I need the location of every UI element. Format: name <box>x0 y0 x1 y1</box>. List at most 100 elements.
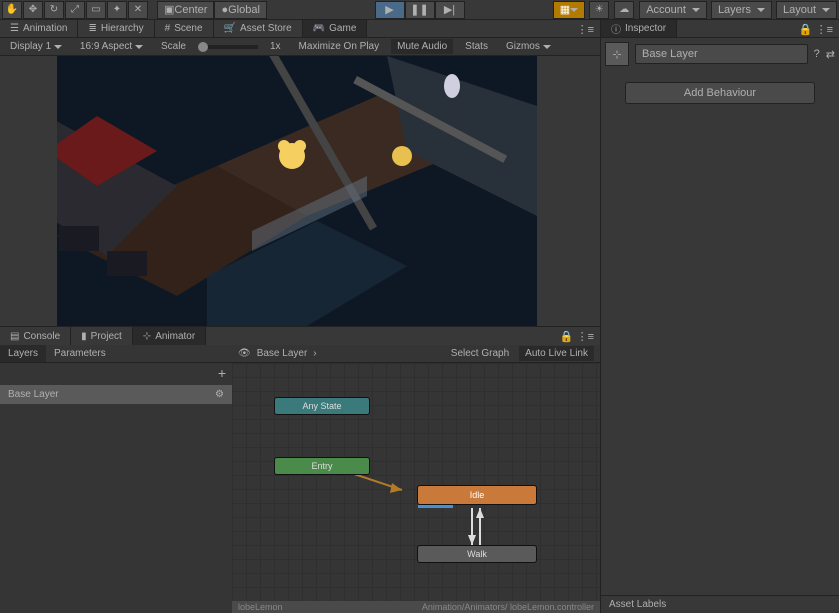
breadcrumb[interactable]: Base Layer <box>257 348 308 359</box>
tab-animator[interactable]: ⊹Animator <box>133 327 206 345</box>
chevron-down-icon <box>135 45 143 49</box>
graph-canvas[interactable]: Any State Entry Idle Walk <box>232 363 600 601</box>
left-panel: ☰Animation ≣Hierarchy #Scene 🛒Asset Stor… <box>0 20 600 613</box>
display-dropdown[interactable]: Display 1 <box>4 39 68 54</box>
animator-icon: ⊹ <box>143 331 151 342</box>
tab-lock-icon[interactable]: 🔒 ⋮≡ <box>554 327 600 345</box>
folder-icon: ▮ <box>81 331 87 342</box>
transform-tools: ✋ ✥ ↻ ⤢ ▭ ✦ ✕ <box>2 1 149 19</box>
collab-icon: ▦ <box>560 3 570 16</box>
game-icon: 🎮 <box>313 23 325 34</box>
maximize-toggle[interactable]: Maximize On Play <box>293 39 386 54</box>
inspector-tabs: ⓘInspector 🔒 ⋮≡ <box>601 20 839 38</box>
graph-footer: lobeLemon Animation/Animators/ lobeLemon… <box>232 601 600 613</box>
game-render <box>57 56 537 326</box>
state-entry[interactable]: Entry <box>274 457 370 475</box>
move-tool-icon[interactable]: ✥ <box>23 1 43 19</box>
scale-slider[interactable] <box>198 45 258 49</box>
right-toolbar: ▦ ☀ ☁ Account Layers Layout <box>553 1 837 19</box>
info-icon: ⓘ <box>611 21 621 36</box>
bottom-tabs: ▤Console ▮Project ⊹Animator 🔒 ⋮≡ <box>0 327 600 345</box>
animator-sidebar-tabs: Layers Parameters <box>0 345 232 363</box>
stats-toggle[interactable]: Stats <box>459 39 494 54</box>
playback-controls: ▶ ❚❚ ▶| <box>375 1 465 19</box>
layer-item[interactable]: Base Layer ⚙ <box>0 385 232 404</box>
account-dropdown[interactable]: Account <box>639 1 707 19</box>
graph-header: 👁 Base Layer › Select Graph Auto Live Li… <box>232 345 600 363</box>
tab-console[interactable]: ▤Console <box>0 327 71 345</box>
console-icon: ▤ <box>10 331 19 342</box>
chevron-right-icon: › <box>313 348 316 359</box>
layout-dropdown[interactable]: Layout <box>776 1 837 19</box>
pivot-mode-button[interactable]: ▣Center <box>157 1 214 19</box>
asset-labels-header[interactable]: Asset Labels <box>601 595 839 613</box>
hand-tool-icon[interactable]: ✋ <box>2 1 22 19</box>
footer-asset-path: Animation/Animators/ lobeLemon.controlle… <box>422 602 594 612</box>
state-any-state[interactable]: Any State <box>274 397 370 415</box>
step-button[interactable]: ▶| <box>435 1 465 19</box>
store-icon: 🛒 <box>224 23 236 34</box>
layer-name-field[interactable]: Base Layer <box>635 44 808 64</box>
pause-button[interactable]: ❚❚ <box>405 1 435 19</box>
rect-tool-icon[interactable]: ▭ <box>86 1 106 19</box>
auto-live-link-toggle[interactable]: Auto Live Link <box>519 346 594 361</box>
tab-animation[interactable]: ☰Animation <box>0 20 78 37</box>
top-tabs: ☰Animation ≣Hierarchy #Scene 🛒Asset Stor… <box>0 20 600 38</box>
scale-label: Scale <box>155 39 192 54</box>
hierarchy-icon: ≣ <box>88 23 96 34</box>
chevron-down-icon <box>54 45 62 49</box>
tab-asset-store[interactable]: 🛒Asset Store <box>214 20 303 37</box>
game-controls-bar: Display 1 16:9 Aspect Scale 1x Maximize … <box>0 38 600 56</box>
layer-icon: ⊹ <box>605 42 629 66</box>
animator-sidebar: Layers Parameters + Base Layer ⚙ <box>0 345 232 613</box>
state-walk[interactable]: Walk <box>417 545 537 563</box>
main-toolbar: ✋ ✥ ↻ ⤢ ▭ ✦ ✕ ▣Center ●Global ▶ ❚❚ ▶| ▦ … <box>0 0 839 20</box>
chevron-down-icon <box>692 8 700 12</box>
tab-hierarchy[interactable]: ≣Hierarchy <box>78 20 154 37</box>
rotation-mode-button[interactable]: ●Global <box>214 1 266 19</box>
mute-audio-toggle[interactable]: Mute Audio <box>391 39 453 54</box>
footer-asset-name: lobeLemon <box>238 602 283 612</box>
play-icon: ▶ <box>385 3 393 16</box>
tab-menu-icon[interactable]: ⋮≡ <box>571 20 600 37</box>
add-layer-button[interactable]: + <box>0 363 232 383</box>
animation-icon: ☰ <box>10 23 19 34</box>
play-button[interactable]: ▶ <box>375 1 405 19</box>
aspect-dropdown[interactable]: 16:9 Aspect <box>74 39 149 54</box>
rotate-tool-icon[interactable]: ↻ <box>44 1 64 19</box>
cloud-icon[interactable]: ☁ <box>614 1 634 19</box>
animator-body: Layers Parameters + Base Layer ⚙ 👁 Base … <box>0 345 600 613</box>
layer-name: Base Layer <box>8 389 59 400</box>
bottom-section: ▤Console ▮Project ⊹Animator 🔒 ⋮≡ Layers … <box>0 326 600 613</box>
animator-graph: 👁 Base Layer › Select Graph Auto Live Li… <box>232 345 600 613</box>
chevron-down-icon <box>822 8 830 12</box>
layers-dropdown[interactable]: Layers <box>711 1 772 19</box>
tab-project[interactable]: ▮Project <box>71 327 133 345</box>
add-behaviour-button[interactable]: Add Behaviour <box>625 82 815 104</box>
inspector-panel: ⓘInspector 🔒 ⋮≡ ⊹ Base Layer ? ⇄ Add Beh… <box>600 20 839 613</box>
game-viewport <box>57 56 537 326</box>
tab-inspector[interactable]: ⓘInspector <box>601 20 677 37</box>
tab-game[interactable]: 🎮Game <box>303 20 368 37</box>
globe-icon: ● <box>221 4 228 16</box>
scale-tool-icon[interactable]: ⤢ <box>65 1 85 19</box>
state-progress <box>418 505 453 508</box>
chevron-down-icon <box>543 45 551 49</box>
step-icon: ▶| <box>444 3 455 16</box>
services-icon[interactable]: ☀ <box>589 1 609 19</box>
gizmos-dropdown[interactable]: Gizmos <box>500 39 557 54</box>
inspector-row: ⊹ Base Layer ? ⇄ <box>601 38 839 70</box>
eye-icon[interactable]: 👁 <box>238 348 251 359</box>
inspector-lock-icon[interactable]: 🔒 ⋮≡ <box>793 20 839 37</box>
custom-tool-icon[interactable]: ✕ <box>128 1 148 19</box>
settings-icon[interactable]: ⇄ <box>826 48 835 61</box>
transform-tool-icon[interactable]: ✦ <box>107 1 127 19</box>
state-idle[interactable]: Idle <box>417 485 537 505</box>
layers-tab[interactable]: Layers <box>0 345 46 362</box>
help-icon[interactable]: ? <box>814 48 820 60</box>
gear-icon[interactable]: ⚙ <box>215 389 224 400</box>
select-graph-button[interactable]: Select Graph <box>445 346 515 361</box>
tab-scene[interactable]: #Scene <box>155 20 214 37</box>
collab-button[interactable]: ▦ <box>553 1 585 19</box>
parameters-tab[interactable]: Parameters <box>46 345 114 362</box>
